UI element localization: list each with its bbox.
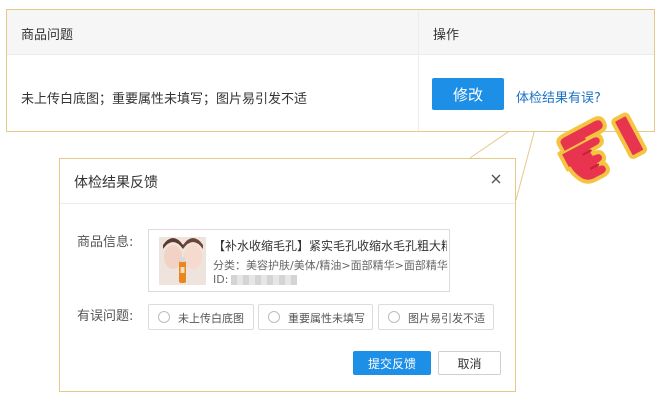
feedback-dialog: 体检结果反馈 商品信息: 【补水收缩毛孔】紧实毛孔收缩水毛孔粗大精... 分类：… xyxy=(59,158,516,392)
radio-icon[interactable] xyxy=(268,311,280,323)
modify-button[interactable]: 修改 xyxy=(432,78,504,110)
option-label: 重要属性未填写 xyxy=(288,312,365,325)
product-id-mask xyxy=(231,275,297,285)
submit-feedback-button[interactable]: 提交反馈 xyxy=(353,351,431,375)
product-category: 分类：美容护肤/美体/精油>面部精华>面部精华 xyxy=(213,259,448,272)
product-info-label: 商品信息: xyxy=(77,235,134,250)
product-thumbnail xyxy=(159,237,206,285)
table-header: 商品问题 操作 xyxy=(7,10,654,55)
header-action: 操作 xyxy=(433,28,460,43)
option-label: 图片易引发不适 xyxy=(408,312,485,325)
product-card: 【补水收缩毛孔】紧实毛孔收缩水毛孔粗大精... 分类：美容护肤/美体/精油>面部… xyxy=(148,229,450,292)
option-label: 未上传白底图 xyxy=(178,312,244,325)
option-no-white-image[interactable]: 未上传白底图 xyxy=(148,304,254,330)
problem-cell: 未上传白底图；重要属性未填写；图片易引发不适 xyxy=(21,92,308,107)
product-title: 【补水收缩毛孔】紧实毛孔收缩水毛孔粗大精... xyxy=(213,239,447,253)
option-missing-attributes[interactable]: 重要属性未填写 xyxy=(258,304,373,330)
option-discomfort-image[interactable]: 图片易引发不适 xyxy=(378,304,494,330)
dialog-header: 体检结果反馈 xyxy=(60,159,515,204)
radio-icon[interactable] xyxy=(388,311,400,323)
issue-label: 有误问题: xyxy=(77,309,134,324)
radio-icon[interactable] xyxy=(158,311,170,323)
pointing-hand-icon xyxy=(556,112,648,184)
cancel-button[interactable]: 取消 xyxy=(438,351,501,375)
header-product-problem: 商品问题 xyxy=(21,28,74,43)
dialog-title: 体检结果反馈 xyxy=(74,175,158,191)
close-icon[interactable] xyxy=(489,171,503,185)
product-id-label: ID: xyxy=(213,273,229,286)
page: 商品问题 操作 未上传白底图；重要属性未填写；图片易引发不适 修改 体检结果有误… xyxy=(0,0,662,410)
column-divider xyxy=(418,10,419,131)
